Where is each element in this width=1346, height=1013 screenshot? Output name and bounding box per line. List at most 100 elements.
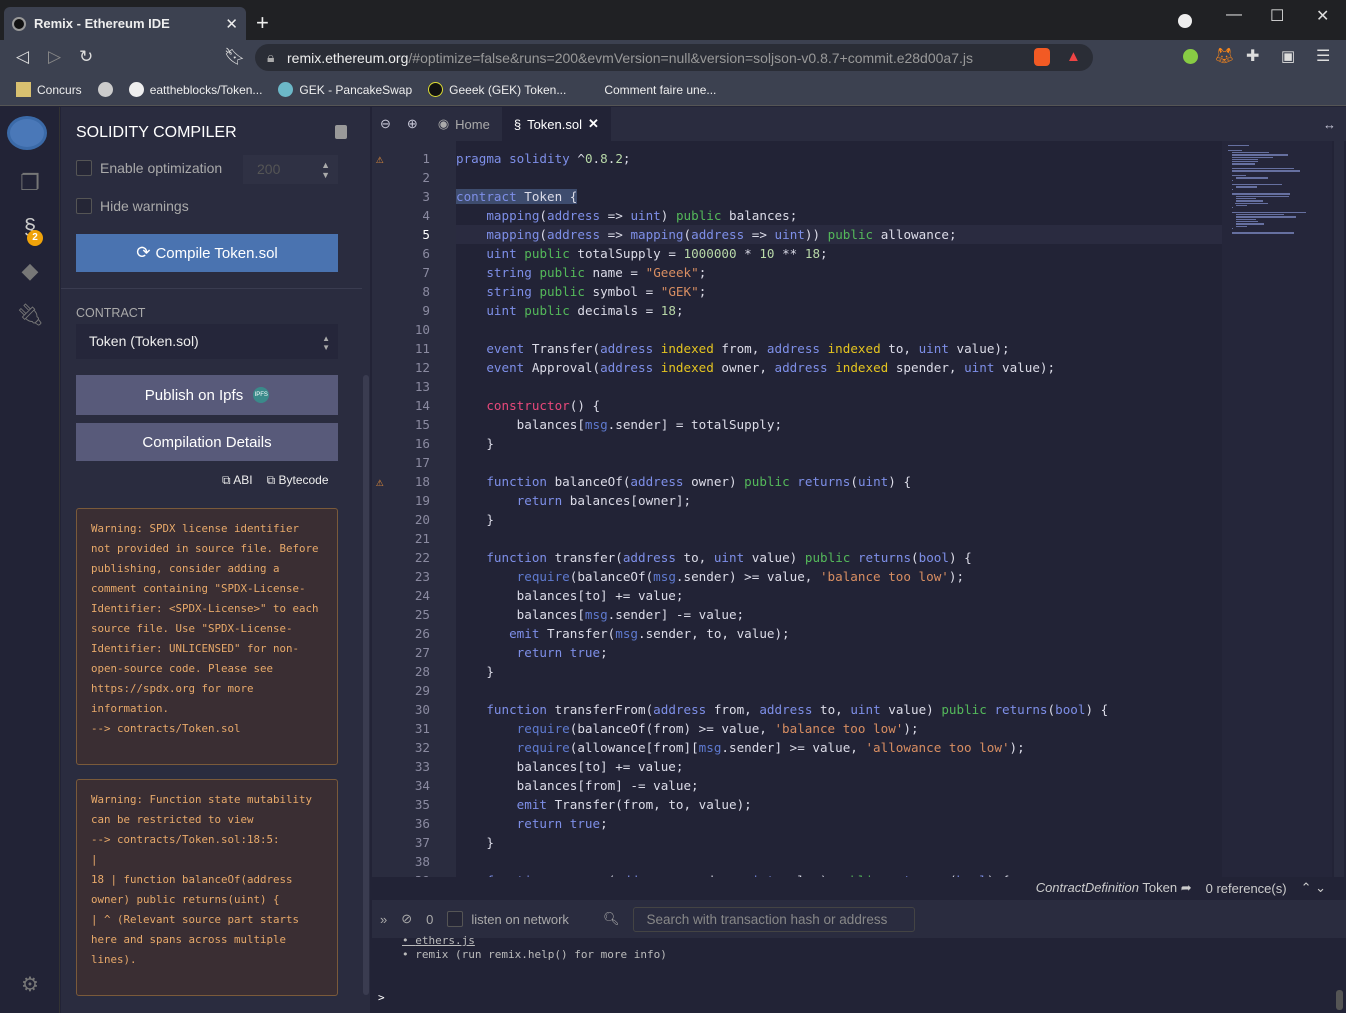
minimap-line bbox=[1232, 168, 1295, 170]
line-number: 33 bbox=[414, 759, 430, 774]
copy-abi-button[interactable]: ⧉ ABI bbox=[222, 473, 253, 488]
bookmark-comment[interactable]: Comment faire une... bbox=[604, 83, 716, 97]
collapse-terminal-icon[interactable]: » bbox=[380, 912, 387, 927]
code-line: mapping(address => mapping(address => ui… bbox=[456, 225, 1222, 244]
file-explorer-icon[interactable]: ❐ bbox=[14, 170, 46, 196]
back-icon[interactable]: ◁ bbox=[16, 47, 29, 67]
goto-definition-icon[interactable]: ➦ bbox=[1181, 880, 1192, 895]
code-line: balances[to] += value; bbox=[456, 588, 684, 603]
minimap-line bbox=[1232, 227, 1233, 230]
editor-tabs: ⊖ ⊕ ◉ Home § Token.sol ✕ ↔ bbox=[372, 107, 1346, 141]
reload-icon[interactable]: ↻ bbox=[79, 47, 93, 67]
pancakeswap-icon bbox=[278, 82, 294, 97]
publish-ipfs-button[interactable]: Publish on Ipfs IPFS bbox=[76, 375, 338, 415]
ethers-link[interactable]: • ethers.js bbox=[402, 934, 475, 947]
documentation-icon[interactable] bbox=[335, 125, 347, 139]
compile-button[interactable]: ⟳ Compile Token.sol bbox=[76, 234, 338, 272]
globe-icon bbox=[97, 82, 113, 97]
line-number: 29 bbox=[414, 683, 430, 698]
browser-tab[interactable]: Remix - Ethereum IDE ✕ bbox=[4, 7, 246, 40]
minimap-line bbox=[1236, 225, 1247, 227]
code-line: string public symbol = "GEK"; bbox=[486, 284, 707, 299]
tab-home[interactable]: ◉ Home bbox=[426, 107, 502, 141]
copy-bytecode-button[interactable]: ⧉ Bytecode bbox=[267, 473, 329, 488]
runs-input[interactable]: 200 ▲ ▼ bbox=[243, 155, 338, 184]
chevron-down-icon[interactable]: ⌄ bbox=[1315, 880, 1326, 895]
brave-rewards-icon[interactable]: ▲ bbox=[1066, 48, 1081, 65]
enable-optimization-checkbox[interactable] bbox=[76, 160, 92, 176]
deploy-run-icon[interactable]: ◆ bbox=[14, 258, 46, 284]
minimap-line bbox=[1232, 170, 1300, 172]
copy-icon: ⧉ bbox=[266, 473, 279, 487]
code-area[interactable]: pragma solidity ^0.8.2; contract Token { … bbox=[456, 141, 1222, 877]
code-line: string public name = "Geeek"; bbox=[486, 265, 707, 280]
minimap-line bbox=[1236, 177, 1268, 179]
line-number: 10 bbox=[414, 322, 430, 337]
extension-icon[interactable] bbox=[1183, 49, 1198, 64]
minimap[interactable] bbox=[1222, 141, 1332, 877]
line-number: 16 bbox=[414, 436, 430, 451]
minimap-line bbox=[1236, 204, 1247, 207]
minimap-line bbox=[1236, 197, 1256, 200]
clear-console-icon[interactable]: ⊘ bbox=[401, 911, 412, 927]
contract-select[interactable]: Token (Token.sol) ▲ ▼ bbox=[76, 324, 338, 359]
close-tab-icon[interactable]: ✕ bbox=[588, 116, 599, 132]
minimap-line bbox=[1232, 154, 1288, 156]
bookmark-pancakeswap[interactable]: GEK - PancakeSwap bbox=[278, 82, 412, 97]
listen-network-checkbox[interactable] bbox=[447, 911, 464, 927]
remix-logo-icon[interactable] bbox=[7, 116, 47, 150]
code-line: balances[from] -= value; bbox=[456, 778, 699, 793]
warning-marker-icon[interactable]: ⚠ bbox=[376, 149, 390, 168]
line-number: 37 bbox=[414, 835, 430, 850]
profile-icon[interactable] bbox=[1178, 14, 1192, 28]
address-bar[interactable]: 🔒︎ remix.ethereum.org/#optimize=false&run… bbox=[255, 44, 1093, 71]
warning-marker-icon[interactable]: ⚠ bbox=[376, 472, 390, 491]
chevron-up-icon[interactable]: ⌃ bbox=[1301, 880, 1312, 895]
menu-icon[interactable]: ☰ bbox=[1316, 46, 1330, 66]
settings-gear-icon[interactable]: ⚙ bbox=[14, 972, 46, 997]
compilation-details-button[interactable]: Compilation Details bbox=[76, 423, 338, 461]
code-line: function transfer(address to, uint value… bbox=[486, 550, 972, 565]
pending-tx-count: 0 bbox=[426, 911, 434, 927]
terminal-scrollbar[interactable] bbox=[1336, 990, 1343, 1010]
forward-icon[interactable]: ▷ bbox=[48, 47, 61, 67]
new-tab-button[interactable]: + bbox=[256, 10, 269, 36]
terminal-search-input[interactable]: Search with transaction hash or address bbox=[633, 906, 916, 932]
code-line: balances[to] += value; bbox=[456, 759, 684, 774]
zoom-in-icon[interactable]: ⊕ bbox=[399, 107, 426, 141]
minimap-line bbox=[1236, 195, 1290, 197]
terminal-prompt[interactable]: > bbox=[378, 991, 385, 1004]
metamask-icon[interactable]: 🦊︎ bbox=[1214, 46, 1234, 66]
maximize-icon[interactable]: ☐ bbox=[1270, 6, 1284, 26]
line-number: 19 bbox=[414, 493, 430, 508]
panel-scrollbar[interactable] bbox=[363, 375, 369, 995]
bookmark-icon[interactable]: 🔖︎ bbox=[224, 47, 246, 67]
editor-scrollbar[interactable] bbox=[1334, 141, 1344, 877]
expand-icon[interactable]: ↔ bbox=[1323, 117, 1336, 132]
bookmark-globe[interactable] bbox=[97, 82, 113, 97]
line-number: 20 bbox=[414, 512, 430, 527]
code-line: emit Transfer(from, to, value); bbox=[516, 797, 752, 812]
reference-bar: ContractDefinition Token ➦ 0 reference(s… bbox=[372, 877, 1346, 899]
bookmark-github[interactable]: eattheblocks/Token... bbox=[128, 82, 262, 97]
extensions-icon[interactable]: ✚ bbox=[1246, 46, 1259, 66]
zoom-out-icon[interactable]: ⊖ bbox=[372, 107, 399, 141]
brave-shield-icon[interactable] bbox=[1034, 48, 1050, 66]
line-number: 8 bbox=[422, 284, 430, 299]
bookmark-geeek[interactable]: Geeek (GEK) Token... bbox=[428, 82, 566, 97]
hide-warnings-checkbox[interactable] bbox=[76, 198, 92, 214]
minimize-icon[interactable]: — bbox=[1226, 6, 1242, 24]
code-line: require(balanceOf(msg.sender) >= value, … bbox=[516, 569, 965, 584]
minimap-line bbox=[1232, 156, 1273, 158]
plugin-manager-icon[interactable]: 🔌︎ bbox=[14, 302, 46, 328]
bookmark-concurs[interactable]: Concurs bbox=[16, 82, 82, 97]
tab-token-sol[interactable]: § Token.sol ✕ bbox=[501, 107, 611, 141]
close-window-icon[interactable]: ✕ bbox=[1316, 6, 1329, 26]
minimap-line bbox=[1236, 223, 1264, 225]
minimap-line bbox=[1232, 193, 1290, 195]
wallet-icon[interactable]: ▣ bbox=[1281, 47, 1295, 65]
code-line: event Transfer(address indexed from, add… bbox=[486, 341, 1010, 356]
close-tab-icon[interactable]: ✕ bbox=[225, 15, 238, 33]
minimap-line bbox=[1232, 163, 1256, 165]
line-number: 23 bbox=[414, 569, 430, 584]
